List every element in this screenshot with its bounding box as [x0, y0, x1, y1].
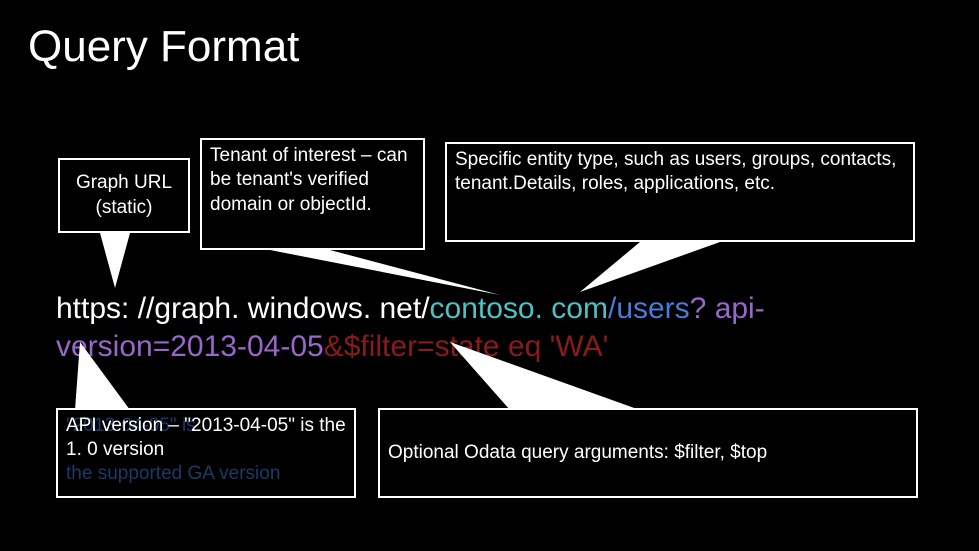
callout-graph-url-line1: Graph URL	[68, 171, 180, 195]
callout-entity-text: Specific entity type, such as users, gro…	[455, 149, 896, 194]
callout-api-version: "2013-04-05" is the supported GA version…	[56, 408, 356, 498]
callout-odata: Optional Odata query arguments: $filter,…	[378, 408, 918, 498]
url-tenant: contoso. com	[430, 292, 608, 325]
connector-graph	[100, 233, 140, 293]
callout-api-ghost2: the supported GA version	[66, 462, 280, 486]
url-base: https: //graph. windows. net/	[56, 292, 430, 325]
url-apiversion-key: ? api-	[690, 292, 765, 325]
connector-entity	[580, 242, 740, 297]
url-example: https: //graph. windows. net/contoso. co…	[56, 290, 936, 365]
callout-entity: Specific entity type, such as users, gro…	[445, 142, 915, 242]
callout-tenant-text: Tenant of interest – can be tenant's ver…	[210, 145, 408, 215]
url-filter: &$filter=state eq 'WA'	[324, 330, 609, 363]
callout-tenant: Tenant of interest – can be tenant's ver…	[200, 138, 425, 250]
url-apiversion-val: version=2013-04-05	[56, 330, 324, 363]
url-entity: users	[616, 292, 689, 325]
callout-odata-text: Optional Odata query arguments: $filter,…	[388, 441, 767, 465]
callout-graph-url-line2: (static)	[68, 196, 180, 220]
callout-graph-url: Graph URL (static)	[58, 158, 190, 233]
slide-title: Query Format	[28, 22, 299, 72]
